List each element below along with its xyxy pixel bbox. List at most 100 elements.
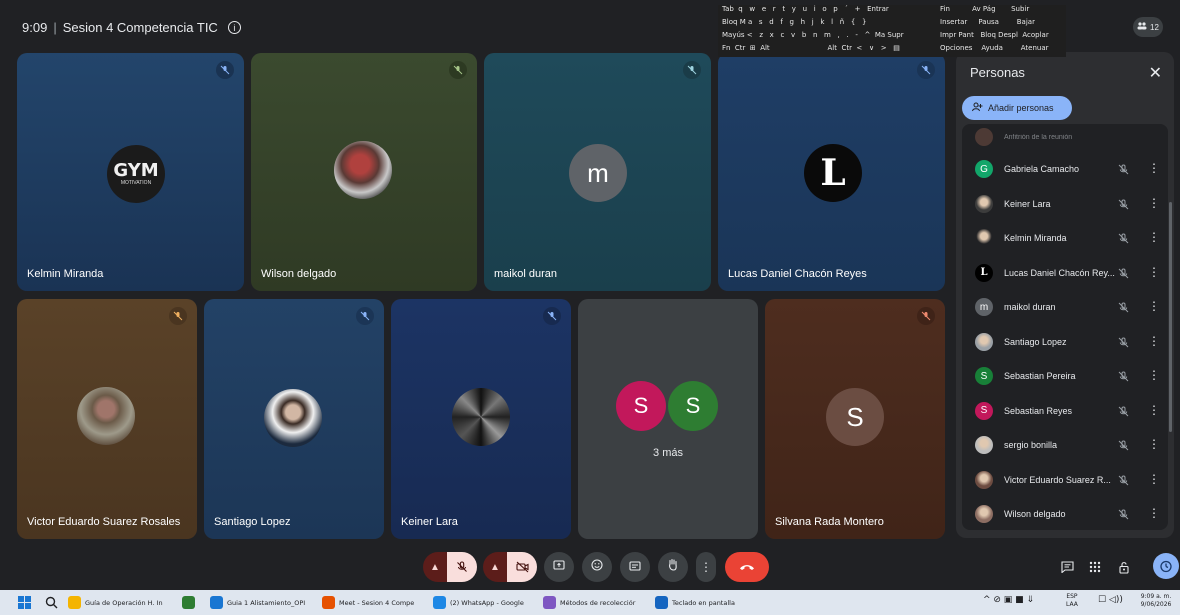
keyboard-row[interactable]: Bloq M a s d f g h j k l ñ { } <box>722 18 866 26</box>
keyboard-row[interactable]: Tab q w e r t y u i o p ´ + Entrar <box>722 5 889 13</box>
participant-tile[interactable]: GYM MOTIVATION Kelmin Miranda <box>17 53 244 291</box>
mic-off-icon[interactable] <box>1118 197 1129 215</box>
more-vert-icon[interactable]: ⋮ <box>1148 506 1160 520</box>
more-vert-icon[interactable]: ⋮ <box>1148 196 1160 210</box>
add-people-label: Añadir personas <box>988 103 1054 113</box>
keyboard-row[interactable]: Opciones Ayuda Atenuar <box>940 44 1049 52</box>
mic-control[interactable]: ▲ <box>423 552 477 582</box>
person-row[interactable]: G Gabriela Camacho ⋮ <box>962 152 1168 186</box>
more-vert-icon[interactable]: ⋮ <box>1148 161 1160 175</box>
person-row[interactable]: Kelmin Miranda ⋮ <box>962 221 1168 255</box>
more-vert-icon[interactable]: ⋮ <box>1148 472 1160 486</box>
person-row[interactable]: Santiago Lopez ⋮ <box>962 325 1168 359</box>
taskbar-app[interactable]: Guía de Operación H. In <box>68 594 163 611</box>
mic-off-icon[interactable] <box>1118 438 1129 456</box>
avatar: m <box>975 298 993 316</box>
scrollbar[interactable] <box>1169 202 1172 432</box>
keyboard-row[interactable]: Fin Av Pág Subir <box>940 5 1029 13</box>
person-row[interactable]: L Lucas Daniel Chacón Rey... ⋮ <box>962 256 1168 290</box>
more-vert-icon[interactable]: ⋮ <box>1148 368 1160 382</box>
mic-off-icon <box>917 61 935 79</box>
close-icon[interactable]: ✕ <box>1149 63 1162 83</box>
leave-call-button[interactable] <box>725 552 769 582</box>
mic-off-icon[interactable] <box>447 552 477 582</box>
participant-tile[interactable]: Santiago Lopez <box>204 299 384 539</box>
taskbar-app[interactable]: Teclado en pantalla <box>655 594 735 611</box>
chat-icon[interactable] <box>1056 556 1078 578</box>
app-icon <box>655 596 668 609</box>
on-screen-keyboard[interactable]: Tab q w e r t y u i o p ´ + Entrar Bloq … <box>718 5 1066 57</box>
language-indicator[interactable]: ESP LAA <box>1066 593 1078 609</box>
taskbar-app-label: (2) WhatsApp - Google <box>450 598 524 607</box>
more-vert-icon[interactable]: ⋮ <box>1148 403 1160 417</box>
camera-control[interactable]: ▲ <box>483 552 537 582</box>
keyboard-row[interactable]: Mayús < z x c v b n m , . - ^ Ma Supr <box>722 31 904 39</box>
avatar <box>334 141 392 199</box>
host-controls-icon[interactable] <box>1113 556 1135 578</box>
participant-tile[interactable]: Victor Eduardo Suarez Rosales <box>17 299 197 539</box>
taskbar-app[interactable]: (2) WhatsApp - Google <box>433 594 524 611</box>
person-row[interactable]: Keiner Lara ⋮ <box>962 187 1168 221</box>
timer-icon[interactable] <box>1153 553 1179 579</box>
more-options-button[interactable]: ⋮ <box>696 552 716 582</box>
person-name: Victor Eduardo Suarez R... <box>1004 474 1111 485</box>
add-person-icon <box>972 102 983 114</box>
mic-off-icon[interactable] <box>1118 162 1129 180</box>
taskbar-app-label: Meet - Sesion 4 Compe <box>339 598 415 607</box>
keyboard-row[interactable]: Fn Ctr ⊞ Alt Alt Ctr < ∨ > ▤ <box>722 44 900 52</box>
more-vert-icon[interactable]: ⋮ <box>1148 334 1160 348</box>
taskbar-app[interactable]: Métodos de recolecciór <box>543 594 635 611</box>
more-vert-icon[interactable]: ⋮ <box>1148 230 1160 244</box>
person-row[interactable]: S Sebastian Pereira ⋮ <box>962 359 1168 393</box>
mic-off-icon[interactable] <box>1118 266 1129 284</box>
info-icon[interactable]: i <box>227 21 241 34</box>
captions-button[interactable] <box>620 552 650 582</box>
chevron-up-icon[interactable]: ▲ <box>483 552 507 582</box>
raise-hand-button[interactable] <box>658 552 688 582</box>
network-volume-icons[interactable]: ☐ ◁)) <box>1098 596 1123 605</box>
participants-badge[interactable]: 12 <box>1133 17 1163 37</box>
mic-off-icon[interactable] <box>1118 369 1129 387</box>
tray-icons[interactable]: ^ ⊘ ▣ ■ ⇓ <box>983 596 1034 605</box>
taskbar-app[interactable]: Meet - Sesion 4 Compe <box>322 594 414 611</box>
mic-off-icon[interactable] <box>1118 231 1129 249</box>
more-vert-icon[interactable]: ⋮ <box>1148 437 1160 451</box>
add-people-button[interactable]: Añadir personas <box>962 96 1072 120</box>
participant-tile[interactable]: Keiner Lara <box>391 299 571 539</box>
person-row[interactable]: Victor Eduardo Suarez R... ⋮ <box>962 463 1168 497</box>
meet-window: 9:09 | Sesion 4 Competencia TIC i 12 GYM… <box>0 0 1180 590</box>
keyboard-row[interactable]: Impr Pant Bloq Despl Acoplar <box>940 31 1049 39</box>
person-row[interactable]: S Sebastian Reyes ⋮ <box>962 394 1168 428</box>
participant-name: Silvana Rada Montero <box>775 516 884 528</box>
present-button[interactable] <box>544 552 574 582</box>
chevron-up-icon[interactable]: ▲ <box>423 552 447 582</box>
keyboard-row[interactable]: Insertar Pausa Bajar <box>940 18 1035 26</box>
participant-tile[interactable]: L Lucas Daniel Chacón Reyes <box>718 53 945 291</box>
start-button[interactable] <box>18 594 31 611</box>
avatar <box>975 332 993 351</box>
avatar <box>975 229 993 247</box>
taskbar-app[interactable] <box>182 594 195 611</box>
person-row[interactable]: sergio bonilla ⋮ <box>962 428 1168 462</box>
participant-tile[interactable]: Wilson delgado <box>251 53 477 291</box>
more-vert-icon[interactable]: ⋮ <box>1148 265 1160 279</box>
participant-name: Kelmin Miranda <box>27 268 104 280</box>
person-row[interactable]: Wilson delgado ⋮ <box>962 497 1168 530</box>
mic-off-icon[interactable] <box>1118 300 1129 318</box>
camera-off-icon[interactable] <box>507 552 537 582</box>
person-row[interactable]: m maikol duran ⋮ <box>962 290 1168 324</box>
participant-tile[interactable]: m maikol duran <box>484 53 711 291</box>
group-tile[interactable]: S S 3 más <box>578 299 758 539</box>
mic-off-icon[interactable] <box>1118 335 1129 353</box>
emoji-button[interactable] <box>582 552 612 582</box>
more-vert-icon[interactable]: ⋮ <box>1148 299 1160 313</box>
activities-icon[interactable] <box>1084 556 1106 578</box>
clock[interactable]: 9:09 a. m. 9/06/2026 <box>1134 593 1178 609</box>
search-icon[interactable] <box>45 594 58 611</box>
mic-off-icon[interactable] <box>1118 507 1129 525</box>
host-row[interactable]: Anfitrión de la reunión <box>962 124 1168 154</box>
mic-off-icon[interactable] <box>1118 404 1129 422</box>
participant-tile[interactable]: S Silvana Rada Montero <box>765 299 945 539</box>
taskbar-app[interactable]: Guia 1 Alistamiento_OPI <box>210 594 305 611</box>
mic-off-icon[interactable] <box>1118 473 1129 491</box>
